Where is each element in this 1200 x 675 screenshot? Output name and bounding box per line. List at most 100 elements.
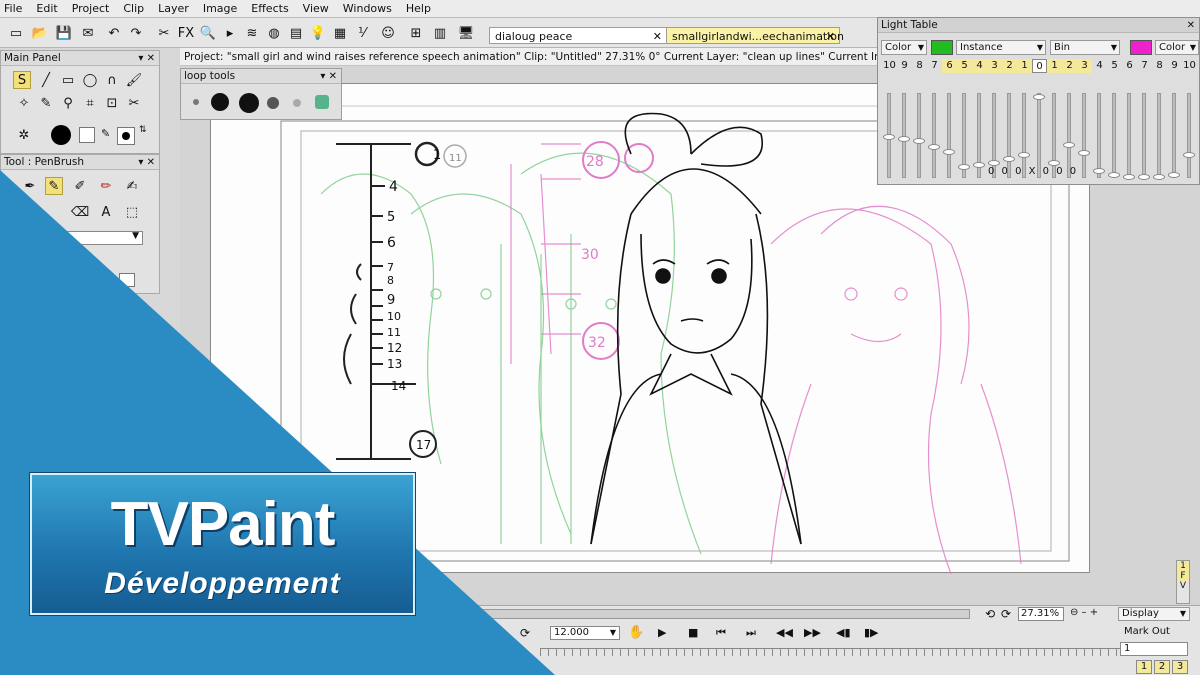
table-icon[interactable]: ▥ xyxy=(430,23,450,43)
page-button[interactable]: 3 xyxy=(1172,660,1188,674)
select-tool-icon[interactable]: ⬚ xyxy=(123,203,141,221)
rectangle-icon[interactable]: ▭ xyxy=(59,71,77,89)
close-icon[interactable]: ✕ xyxy=(653,28,662,45)
onion-num[interactable]: 1 xyxy=(1017,59,1032,73)
redo-icon[interactable]: ↷ xyxy=(126,23,146,43)
opacity-slider[interactable] xyxy=(1093,93,1105,178)
freehand-icon[interactable]: S xyxy=(13,71,31,89)
page-button[interactable]: 2 xyxy=(1154,660,1170,674)
menu-help[interactable]: Help xyxy=(406,2,431,15)
onion-num[interactable]: 2 xyxy=(1002,59,1017,73)
onion-num[interactable]: 3 xyxy=(1077,59,1092,73)
menu-edit[interactable]: Edit xyxy=(36,2,57,15)
ellipse-icon[interactable]: ◯ xyxy=(81,71,99,89)
opacity-slider[interactable] xyxy=(1138,93,1150,180)
zoom-field[interactable]: 27.31% xyxy=(1018,607,1064,621)
mail-icon[interactable]: ✉ xyxy=(78,23,98,43)
onion-num[interactable]: 6 xyxy=(942,59,957,73)
medium-brush-dot[interactable] xyxy=(211,93,229,111)
panel-close-icon[interactable]: ▾ ✕ xyxy=(138,155,155,170)
onion-num[interactable]: 10 xyxy=(882,59,897,73)
horizontal-scrollbar[interactable] xyxy=(410,609,970,619)
crop-icon[interactable]: ⌗ xyxy=(81,94,99,112)
line-icon[interactable]: ╱ xyxy=(37,71,55,89)
opacity-slider[interactable] xyxy=(958,93,970,178)
tab-dialoug-peace[interactable]: dialoug peace ✕ xyxy=(489,27,667,44)
menu-project[interactable]: Project xyxy=(72,2,110,15)
fx-icon[interactable]: FX xyxy=(176,23,196,43)
onion-num[interactable]: 3 xyxy=(987,59,1002,73)
text-tool-icon[interactable]: A xyxy=(97,203,115,221)
display-dropdown[interactable]: Display ▼ xyxy=(1118,607,1190,621)
opacity-slider[interactable] xyxy=(913,93,925,178)
lasso-icon[interactable]: ✎ xyxy=(37,94,55,112)
fps-field[interactable]: 12.000 ▼ xyxy=(550,626,620,640)
onion-num[interactable]: 9 xyxy=(897,59,912,73)
slider-knob[interactable] xyxy=(1063,142,1075,148)
marker-icon[interactable]: ✍ xyxy=(123,177,141,195)
color-left-dropdown[interactable]: Color ▼ xyxy=(881,40,927,55)
slider-knob[interactable] xyxy=(913,138,925,144)
brush-size-dot[interactable] xyxy=(51,125,71,145)
slider-knob[interactable] xyxy=(1138,174,1150,180)
swap-icon[interactable]: ⇅ xyxy=(139,125,147,135)
transform-icon[interactable]: ⊡ xyxy=(103,94,121,112)
color-b-swatch[interactable] xyxy=(117,127,135,145)
onion-num[interactable]: 8 xyxy=(912,59,927,73)
magic-wand-icon[interactable]: ✧ xyxy=(15,94,33,112)
magnifier-icon[interactable]: 🔍 xyxy=(198,23,218,43)
onion-icon[interactable]: ✲ xyxy=(15,126,33,144)
board-icon[interactable]: ▦ xyxy=(330,23,350,43)
rotate-icon[interactable]: ⟲ xyxy=(985,607,995,621)
onion-num-current[interactable]: 0 xyxy=(1032,59,1047,73)
opacity-slider[interactable] xyxy=(1168,93,1180,178)
panel-close-icon[interactable]: ✕ xyxy=(1187,18,1195,33)
lightbulb-icon[interactable]: 💡 xyxy=(308,23,328,43)
opacity-slider[interactable] xyxy=(883,93,895,178)
side-letter[interactable]: 1 xyxy=(1177,561,1189,571)
curve-icon[interactable]: ∩ xyxy=(103,71,121,89)
opacity-slider[interactable] xyxy=(928,93,940,178)
stop-icon[interactable]: ■ xyxy=(688,626,698,639)
first-frame-icon[interactable]: ⏮ xyxy=(716,626,726,640)
menu-effects[interactable]: Effects xyxy=(251,2,288,15)
opacity-slider[interactable] xyxy=(1153,93,1165,180)
close-icon[interactable]: ✕ xyxy=(826,28,835,45)
onion-num[interactable]: 5 xyxy=(957,59,972,73)
mask-icon[interactable]: ☺ xyxy=(378,23,398,43)
slider-knob[interactable] xyxy=(1003,156,1015,162)
slider-knob[interactable] xyxy=(943,149,955,155)
onion-num[interactable]: 2 xyxy=(1062,59,1077,73)
side-letter[interactable]: V xyxy=(1177,581,1189,591)
prev-key-icon[interactable]: ◀◀ xyxy=(776,626,793,639)
menu-file[interactable]: File xyxy=(4,2,22,15)
rotate-cw-icon[interactable]: ⟳ xyxy=(1001,607,1011,621)
zoom-tool-icon[interactable]: ⚲ xyxy=(59,94,77,112)
soft-brush-dot[interactable] xyxy=(267,97,279,109)
opacity-slider[interactable] xyxy=(973,93,985,178)
loop-icon[interactable]: ⟳ xyxy=(520,626,530,640)
pencil-small-icon[interactable]: ✎ xyxy=(101,127,117,143)
opacity-slider[interactable] xyxy=(943,93,955,178)
slider-knob[interactable] xyxy=(883,134,895,140)
menu-clip[interactable]: Clip xyxy=(123,2,144,15)
green-color-swatch[interactable] xyxy=(931,40,953,55)
step-back-icon[interactable]: ◀▮ xyxy=(836,626,851,639)
penbrush-icon[interactable]: ✎ xyxy=(45,177,63,195)
menu-image[interactable]: Image xyxy=(203,2,237,15)
panel-close-icon[interactable]: ▾ ✕ xyxy=(320,69,337,84)
menu-windows[interactable]: Windows xyxy=(343,2,392,15)
slider-knob[interactable] xyxy=(1033,94,1045,100)
instance-dropdown[interactable]: Instance ▼ xyxy=(956,40,1046,55)
large-brush-dot[interactable] xyxy=(239,93,259,113)
panel-close-icon[interactable]: ▾ ✕ xyxy=(138,51,155,66)
slider-knob[interactable] xyxy=(1123,174,1135,180)
slider-knob[interactable] xyxy=(1183,152,1195,158)
slider-knob[interactable] xyxy=(1093,168,1105,174)
slider-knob[interactable] xyxy=(958,164,970,170)
last-frame-icon[interactable]: ⏭ xyxy=(746,626,756,640)
bin-dropdown[interactable]: Bin ▼ xyxy=(1050,40,1120,55)
save-icon[interactable]: 💾 xyxy=(54,23,74,43)
monitor-icon[interactable]: 🖥 xyxy=(456,23,476,43)
onion-num[interactable]: 4 xyxy=(972,59,987,73)
